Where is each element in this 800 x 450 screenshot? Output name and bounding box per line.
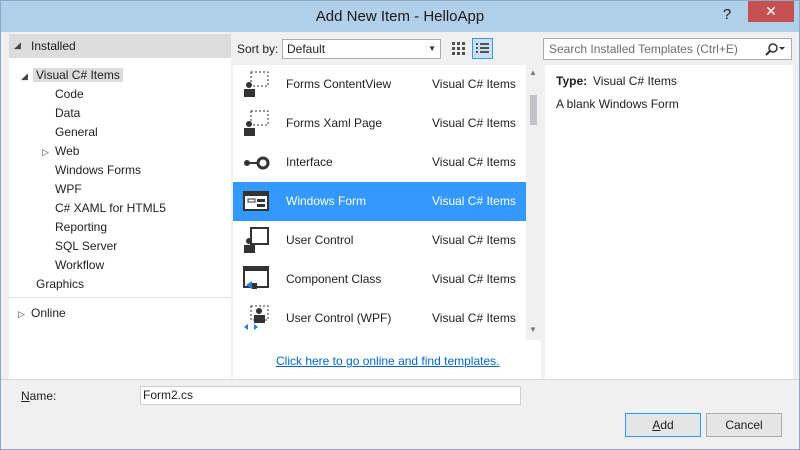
name-label: Name: bbox=[21, 389, 57, 403]
expand-arrow-icon[interactable]: ▷ bbox=[42, 147, 49, 158]
scroll-up-icon[interactable]: ▲ bbox=[529, 68, 537, 77]
collapse-arrow-icon[interactable]: ◢ bbox=[21, 71, 28, 82]
template-row-windows-form[interactable]: Windows Form Visual C# Items bbox=[233, 182, 526, 221]
tree-item-workflow[interactable]: Workflow bbox=[55, 256, 104, 275]
forms-contentview-icon bbox=[242, 70, 270, 98]
scrollbar-thumb[interactable] bbox=[530, 95, 537, 125]
tree-item-label: Visual C# Items bbox=[33, 68, 123, 82]
type-value: Visual C# Items bbox=[593, 74, 677, 88]
template-name: Forms ContentView bbox=[286, 77, 392, 91]
tree-item-visual-csharp-items[interactable]: Visual C# Items bbox=[33, 66, 123, 85]
template-category: Visual C# Items bbox=[432, 233, 516, 247]
user-control-wpf-icon bbox=[242, 304, 270, 332]
title-bar: Add New Item - HelloApp ? ✕ bbox=[1, 1, 799, 32]
sort-by-dropdown[interactable]: Default ▼ bbox=[282, 39, 441, 59]
tree-item-wpf[interactable]: WPF bbox=[55, 180, 82, 199]
template-name: Forms Xaml Page bbox=[286, 116, 383, 130]
tree-item-data[interactable]: Data bbox=[55, 104, 80, 123]
template-category: Visual C# Items bbox=[432, 194, 516, 208]
tree-item-online[interactable]: Online bbox=[31, 304, 66, 323]
sort-by-value: Default bbox=[287, 42, 326, 56]
add-button[interactable]: Add bbox=[625, 413, 701, 437]
template-name: User Control (WPF) bbox=[286, 311, 392, 325]
template-category: Visual C# Items bbox=[432, 272, 516, 286]
tree-item-code[interactable]: Code bbox=[55, 85, 84, 104]
tree-item-sql-server[interactable]: SQL Server bbox=[55, 237, 117, 256]
template-details: Type: Visual C# Items A blank Windows Fo… bbox=[545, 65, 793, 379]
template-category: Visual C# Items bbox=[432, 77, 516, 91]
template-description: A blank Windows Form bbox=[556, 97, 679, 111]
help-button[interactable]: ? bbox=[719, 6, 735, 23]
template-row-forms-contentview[interactable]: Forms ContentView Visual C# Items bbox=[233, 65, 526, 104]
dropdown-arrow-icon: ▼ bbox=[428, 44, 436, 53]
divider bbox=[1, 379, 799, 380]
template-row-user-control-wpf[interactable]: User Control (WPF) Visual C# Items bbox=[233, 299, 526, 338]
cancel-button[interactable]: Cancel bbox=[706, 413, 782, 437]
search-placeholder: Search Installed Templates (Ctrl+E) bbox=[549, 42, 738, 56]
list-view-button[interactable] bbox=[472, 38, 493, 59]
search-input[interactable]: Search Installed Templates (Ctrl+E) bbox=[543, 38, 792, 60]
tree-item-reporting[interactable]: Reporting bbox=[55, 218, 107, 237]
template-list: Forms ContentView Visual C# Items Forms … bbox=[233, 65, 541, 340]
windows-form-icon bbox=[242, 187, 270, 215]
find-templates-online-link[interactable]: Click here to go online and find templat… bbox=[276, 354, 499, 368]
template-row-forms-xaml-page[interactable]: Forms Xaml Page Visual C# Items bbox=[233, 104, 526, 143]
divider bbox=[9, 297, 231, 298]
window-title: Add New Item - HelloApp bbox=[315, 8, 485, 25]
template-row-user-control[interactable]: User Control Visual C# Items bbox=[233, 221, 526, 260]
installed-header[interactable]: ◢ Installed bbox=[9, 34, 231, 58]
type-label: Type: bbox=[556, 74, 588, 88]
template-list-scrollbar[interactable]: ▲ ▼ bbox=[526, 65, 541, 340]
list-view-icon bbox=[476, 43, 489, 53]
close-button[interactable]: ✕ bbox=[748, 1, 794, 22]
template-row-interface[interactable]: Interface Visual C# Items bbox=[233, 143, 526, 182]
grid-view-icon bbox=[452, 42, 465, 55]
sort-by-label: Sort by: bbox=[237, 42, 279, 56]
search-icon[interactable] bbox=[763, 40, 787, 58]
tree-item-csharp-xaml-html5[interactable]: C# XAML for HTML5 bbox=[55, 199, 166, 218]
template-name: Windows Form bbox=[286, 194, 367, 208]
tree-item-graphics[interactable]: Graphics bbox=[36, 275, 84, 294]
user-control-icon bbox=[242, 226, 270, 254]
template-row-component-class[interactable]: Component Class Visual C# Items bbox=[233, 260, 526, 299]
template-category: Visual C# Items bbox=[432, 155, 516, 169]
tree-item-web[interactable]: Web bbox=[55, 142, 79, 161]
template-name: Component Class bbox=[286, 272, 382, 286]
installed-label: Installed bbox=[31, 39, 76, 53]
category-tree: ◢ Installed ◢ Visual C# Items Code Data … bbox=[9, 34, 231, 379]
template-category: Visual C# Items bbox=[432, 116, 516, 130]
component-class-icon bbox=[242, 265, 270, 293]
scroll-down-icon[interactable]: ▼ bbox=[529, 325, 537, 334]
name-field[interactable]: Form2.cs bbox=[140, 386, 521, 405]
template-category: Visual C# Items bbox=[432, 311, 516, 325]
collapse-arrow-icon[interactable]: ◢ bbox=[14, 40, 21, 51]
forms-xaml-page-icon bbox=[242, 109, 270, 137]
interface-icon bbox=[242, 148, 270, 176]
grid-view-button[interactable] bbox=[448, 38, 469, 59]
tree-item-windows-forms[interactable]: Windows Forms bbox=[55, 161, 141, 180]
add-new-item-dialog: Add New Item - HelloApp ? ✕ ◢ Installed … bbox=[0, 0, 800, 450]
tree-item-general[interactable]: General bbox=[55, 123, 98, 142]
expand-arrow-icon[interactable]: ▷ bbox=[18, 309, 25, 320]
template-name: Interface bbox=[286, 155, 333, 169]
template-name: User Control bbox=[286, 233, 354, 247]
